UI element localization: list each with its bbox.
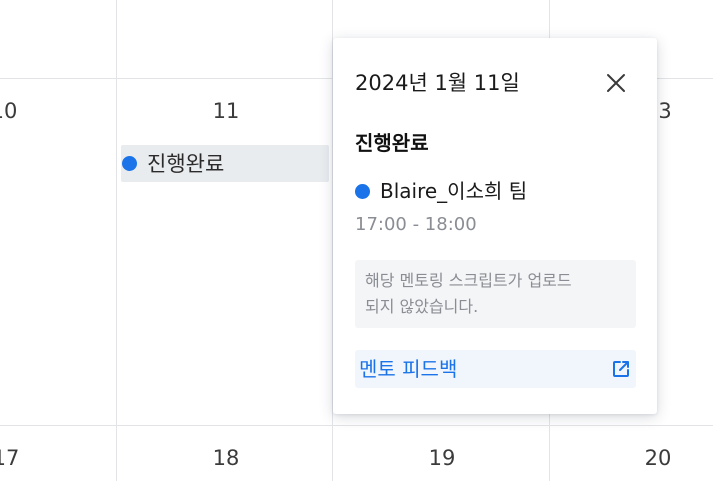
popover-date: 2024년 1월 11일	[355, 71, 520, 95]
event-chip[interactable]: 진행완료	[121, 145, 329, 182]
close-icon	[607, 74, 625, 92]
script-notice-line2: 되지 않았습니다.	[365, 297, 479, 316]
day-number-11: 11	[212, 99, 240, 123]
day-number-18: 18	[212, 446, 240, 470]
grid-line	[116, 0, 117, 481]
script-notice-line1: 해당 멘토링 스크립트가 업로드	[365, 271, 572, 290]
mentor-name: Blaire_이소희 팀	[380, 179, 528, 203]
mentor-feedback-button[interactable]: 멘토 피드백	[355, 350, 636, 388]
external-link-icon	[610, 358, 632, 380]
event-status-dot	[122, 156, 137, 171]
popover-time: 17:00 - 18:00	[355, 214, 477, 235]
day-number-10: 10	[0, 99, 18, 123]
event-chip-label: 진행완료	[147, 151, 225, 176]
popover-mentor: Blaire_이소희 팀	[355, 178, 527, 204]
day-number-19: 19	[428, 446, 456, 470]
day-number-17: 17	[0, 446, 20, 470]
popover-status: 진행완료	[355, 131, 429, 155]
mentor-status-dot	[355, 183, 370, 199]
script-notice: 해당 멘토링 스크립트가 업로드 되지 않았습니다.	[355, 260, 636, 328]
mentor-feedback-label: 멘토 피드백	[359, 357, 458, 381]
day-number-20: 20	[644, 446, 672, 470]
event-detail-popover: 2024년 1월 11일 진행완료 Blaire_이소희 팀 17:00 - 1…	[333, 38, 657, 414]
grid-line	[0, 425, 713, 426]
close-button[interactable]	[601, 68, 631, 98]
